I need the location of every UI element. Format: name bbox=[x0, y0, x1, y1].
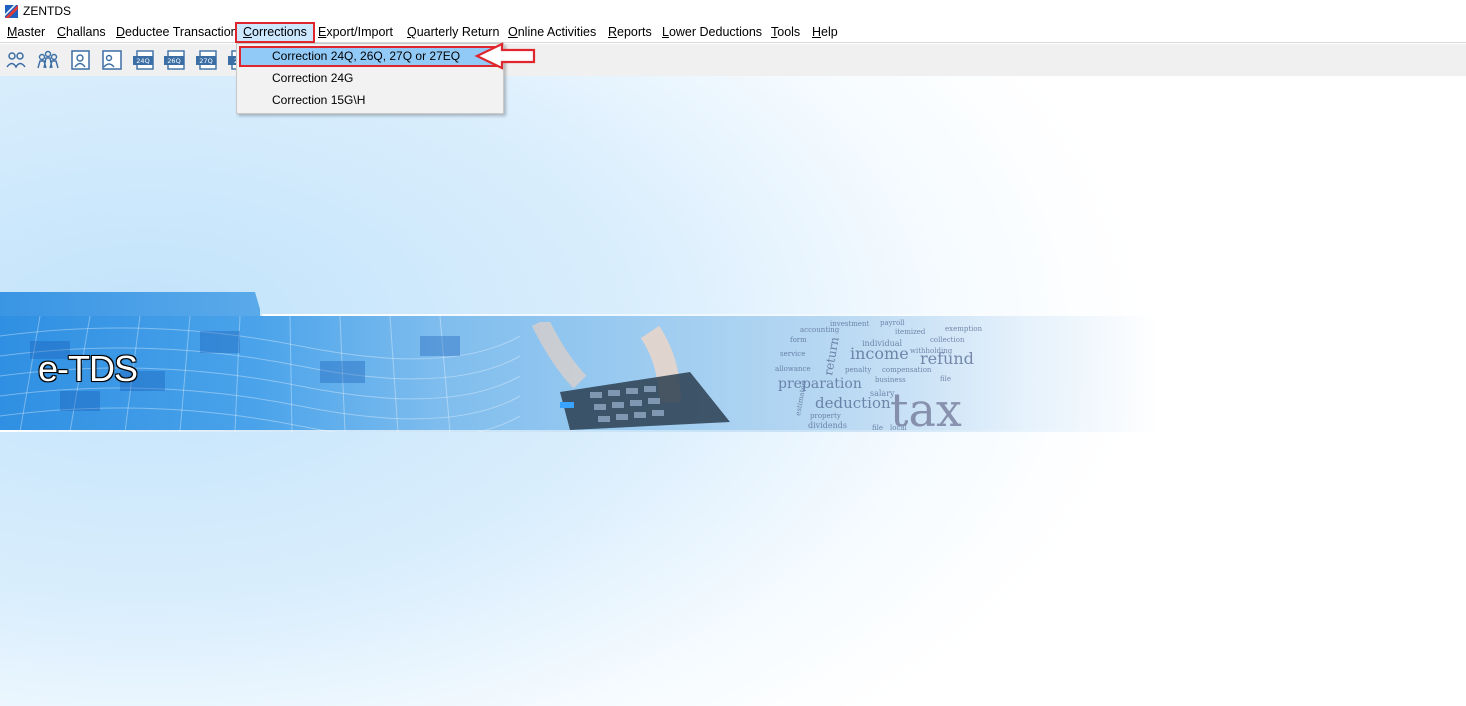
users-icon[interactable] bbox=[4, 48, 28, 72]
word-deduction: deduction bbox=[815, 394, 891, 412]
word-itemized: itemized bbox=[895, 328, 926, 336]
deductee-icon[interactable] bbox=[68, 48, 92, 72]
menu-lower-deductions[interactable]: Lower Deductions bbox=[662, 22, 762, 43]
menu-help[interactable]: Help bbox=[812, 22, 838, 43]
word-file: file bbox=[872, 424, 883, 432]
menu-master[interactable]: Master bbox=[7, 22, 45, 43]
word-withholding: file bbox=[940, 375, 951, 383]
menu-reports[interactable]: Reports bbox=[608, 22, 652, 43]
form-27q-label: 27Q bbox=[199, 57, 212, 65]
etds-banner: e-TDS payroll itemized accounting invest… bbox=[0, 292, 1466, 432]
word-dividends: dividends bbox=[808, 421, 847, 430]
menu-online-activities[interactable]: Online Activities bbox=[508, 22, 596, 43]
menu-corrections[interactable]: Corrections bbox=[235, 22, 315, 43]
app-logo-icon bbox=[5, 4, 18, 18]
form-26q-icon[interactable]: 26Q bbox=[163, 48, 187, 72]
calculator-icon bbox=[531, 322, 730, 430]
word-contributions: business bbox=[875, 376, 906, 384]
word-service: service bbox=[780, 350, 805, 358]
word-penalty: penalty bbox=[845, 366, 871, 374]
word-form: form bbox=[790, 336, 807, 344]
word-income: income bbox=[850, 344, 909, 363]
form-24q-label: 24Q bbox=[136, 57, 149, 65]
title-bar: ZENTDS bbox=[0, 0, 1466, 22]
banner-title: e-TDS bbox=[38, 348, 138, 389]
word-allowance: allowance bbox=[775, 365, 811, 373]
word-business: exemption bbox=[945, 325, 983, 333]
tax-wordcloud: payroll itemized accounting investment i… bbox=[775, 319, 983, 432]
menu-deductee-transaction[interactable]: Deductee Transaction bbox=[116, 22, 238, 43]
group-icon[interactable] bbox=[36, 48, 60, 72]
menu-item-correction-24q-26q-27q-27eq[interactable]: Correction 24Q, 26Q, 27Q or 27EQ bbox=[239, 46, 501, 67]
employee-icon[interactable] bbox=[100, 48, 124, 72]
window-title: ZENTDS bbox=[23, 4, 71, 18]
word-preparation: preparation bbox=[778, 376, 862, 392]
word-investment: investment bbox=[830, 320, 870, 328]
word-compensation: compensation bbox=[882, 366, 932, 374]
word-payroll: payroll bbox=[880, 319, 905, 327]
menu-item-correction-24g[interactable]: Correction 24G bbox=[239, 68, 501, 89]
banner-tab bbox=[0, 292, 260, 316]
word-return: return bbox=[821, 336, 842, 377]
menu-export-import[interactable]: Export/Import bbox=[318, 22, 393, 43]
menu-challans[interactable]: Challans bbox=[57, 22, 106, 43]
word-local: local bbox=[890, 424, 908, 432]
form-26q-label: 26Q bbox=[167, 57, 180, 65]
menu-item-correction-15gh[interactable]: Correction 15G\H bbox=[239, 90, 501, 111]
workspace-background: e-TDS payroll itemized accounting invest… bbox=[0, 76, 1466, 706]
word-collection: collection bbox=[930, 336, 965, 344]
word-property: property bbox=[810, 412, 841, 420]
toolbar: 24Q 26Q 27Q 27 bbox=[0, 44, 1466, 76]
menu-quarterly-return[interactable]: Quarterly Return bbox=[407, 22, 499, 43]
word-exemption: withholding bbox=[910, 347, 953, 355]
menu-tools[interactable]: Tools bbox=[771, 22, 800, 43]
menu-bar: Master Challans Deductee Transaction Cor… bbox=[0, 22, 1466, 43]
left-arrow-icon bbox=[474, 42, 536, 70]
form-24q-icon[interactable]: 24Q bbox=[132, 48, 156, 72]
form-27q-icon[interactable]: 27Q bbox=[195, 48, 219, 72]
corrections-dropdown: Correction 24Q, 26Q, 27Q or 27EQ Correct… bbox=[236, 43, 504, 114]
